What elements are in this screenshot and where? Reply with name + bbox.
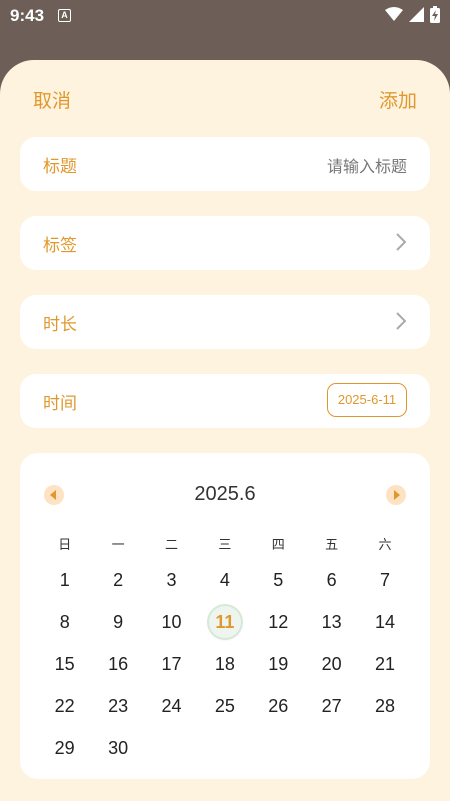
- status-bar: 9:43 A: [0, 0, 450, 32]
- calendar-day-number: 23: [108, 695, 129, 716]
- calendar-day[interactable]: 22: [38, 685, 91, 727]
- status-icons: [385, 6, 440, 23]
- calendar: 2025.6 日 一 二 三 四 五 六 1 2 3 4 5 6 7 8 9 10 11 12 13 14…: [20, 453, 430, 779]
- calendar-day-number: 13: [321, 611, 342, 632]
- calendar-day-number: 17: [161, 653, 182, 674]
- tag-field-card[interactable]: 标签: [20, 216, 430, 270]
- weekday-row: 日 一 二 三 四 五 六: [38, 534, 412, 554]
- calendar-day[interactable]: 24: [145, 685, 198, 727]
- chevron-right-icon: [396, 233, 406, 251]
- calendar-day-number: 12: [268, 611, 289, 632]
- calendar-day-number: 1: [59, 569, 70, 590]
- calendar-day-number: 14: [375, 611, 396, 632]
- calendar-day[interactable]: 14: [358, 601, 411, 643]
- calendar-day-number: 10: [161, 611, 182, 632]
- calendar-day-number: 9: [113, 611, 124, 632]
- weekday-sun: 日: [58, 538, 72, 553]
- calendar-day-number: 26: [268, 695, 289, 716]
- time-field-card: 时间 2025-6-11: [20, 374, 430, 428]
- weekday-tue: 二: [164, 538, 178, 553]
- status-time: 9:43: [10, 6, 45, 25]
- next-month-button[interactable]: [386, 485, 406, 505]
- calendar-day-number: 18: [214, 653, 235, 674]
- title-input[interactable]: 请输入标题: [327, 153, 407, 177]
- add-button[interactable]: 添加: [379, 86, 417, 113]
- signal-icon: [409, 7, 424, 22]
- days-grid: 1 2 3 4 5 6 7 8 9 10 11 12 13 14 15 16 17 18 19 20 21 22 23 24 2…: [38, 559, 412, 769]
- calendar-day[interactable]: 21: [358, 643, 411, 685]
- calendar-day[interactable]: 17: [145, 643, 198, 685]
- weekday-fri: 五: [325, 538, 339, 553]
- calendar-day[interactable]: 6: [305, 559, 358, 601]
- calendar-day-number: 15: [54, 653, 75, 674]
- calendar-day-number: 7: [380, 569, 391, 590]
- tag-label: 标签: [43, 236, 77, 256]
- calendar-day[interactable]: 20: [305, 643, 358, 685]
- month-title: 2025.6: [194, 483, 256, 505]
- calendar-day-number: 28: [375, 695, 396, 716]
- calendar-day-number: 30: [108, 737, 129, 758]
- weekday-wed: 三: [218, 538, 232, 553]
- calendar-day-number: 22: [54, 695, 75, 716]
- calendar-day[interactable]: 7: [358, 559, 411, 601]
- calendar-header: 2025.6: [20, 473, 430, 517]
- date-chip[interactable]: 2025-6-11: [327, 383, 407, 417]
- calendar-day-number: 25: [214, 695, 235, 716]
- time-label: 时间: [43, 394, 77, 414]
- calendar-day[interactable]: 5: [252, 559, 305, 601]
- calendar-day[interactable]: 30: [91, 727, 144, 769]
- calendar-day[interactable]: 2: [91, 559, 144, 601]
- calendar-day[interactable]: 28: [358, 685, 411, 727]
- calendar-day-number: 11: [208, 606, 241, 638]
- title-field-card[interactable]: 标题 请输入标题: [20, 137, 430, 191]
- calendar-day-number: 20: [321, 653, 342, 674]
- calendar-day[interactable]: 3: [145, 559, 198, 601]
- calendar-day[interactable]: 9: [91, 601, 144, 643]
- duration-label: 时长: [43, 315, 77, 335]
- calendar-day[interactable]: 29: [38, 727, 91, 769]
- triangle-right-icon: [394, 490, 400, 500]
- calendar-day-number: 29: [54, 737, 75, 758]
- duration-field-card[interactable]: 时长: [20, 295, 430, 349]
- calendar-day[interactable]: 4: [198, 559, 251, 601]
- calendar-day[interactable]: 8: [38, 601, 91, 643]
- calendar-day-number: 3: [166, 569, 177, 590]
- calendar-day[interactable]: 13: [305, 601, 358, 643]
- calendar-day[interactable]: 23: [91, 685, 144, 727]
- battery-charging-icon: [430, 6, 440, 23]
- calendar-day[interactable]: 15: [38, 643, 91, 685]
- calendar-day[interactable]: 16: [91, 643, 144, 685]
- chevron-right-icon: [396, 312, 406, 330]
- calendar-day[interactable]: 25: [198, 685, 251, 727]
- calendar-day[interactable]: 27: [305, 685, 358, 727]
- notification-a-icon: A: [58, 9, 71, 22]
- calendar-day[interactable]: 12: [252, 601, 305, 643]
- calendar-day-number: 4: [219, 569, 230, 590]
- calendar-day-selected[interactable]: 11: [198, 601, 251, 643]
- calendar-day-number: 24: [161, 695, 182, 716]
- calendar-day-number: 19: [268, 653, 289, 674]
- wifi-icon: [385, 7, 403, 21]
- calendar-day-number: 27: [321, 695, 342, 716]
- cancel-button[interactable]: 取消: [33, 86, 71, 113]
- calendar-day-number: 8: [59, 611, 70, 632]
- weekday-mon: 一: [111, 538, 125, 553]
- weekday-sat: 六: [378, 538, 392, 553]
- calendar-day[interactable]: 19: [252, 643, 305, 685]
- calendar-day-number: 2: [113, 569, 124, 590]
- calendar-day-number: 5: [273, 569, 284, 590]
- calendar-day[interactable]: 1: [38, 559, 91, 601]
- sheet-header: 取消 添加: [0, 60, 450, 140]
- calendar-day[interactable]: 26: [252, 685, 305, 727]
- calendar-day[interactable]: 10: [145, 601, 198, 643]
- title-label: 标题: [43, 157, 77, 177]
- calendar-day-number: 6: [326, 569, 337, 590]
- add-event-sheet: 取消 添加 标题 请输入标题 标签 时长 时间 2025-6-11 2025.6: [0, 60, 450, 801]
- calendar-day[interactable]: 18: [198, 643, 251, 685]
- calendar-day-number: 21: [375, 653, 396, 674]
- weekday-thu: 四: [271, 538, 285, 553]
- calendar-day-number: 16: [108, 653, 129, 674]
